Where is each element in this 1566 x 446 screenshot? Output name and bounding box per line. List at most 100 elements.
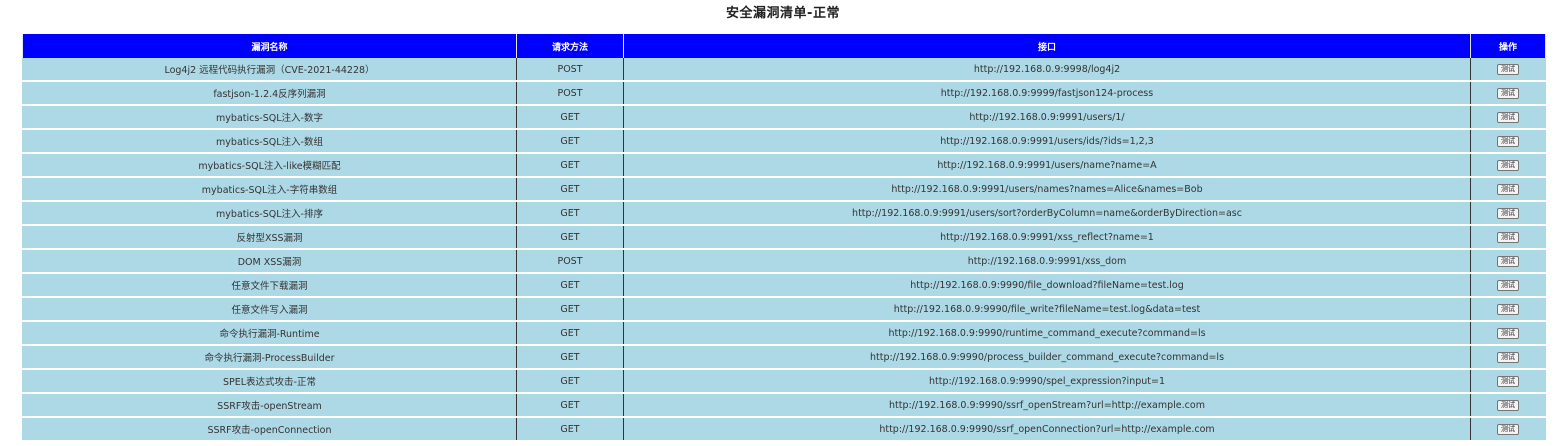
page: 安全漏洞清单-正常 漏洞名称 请求方法 接口 操作 Log4j2 远程代码执行漏…: [0, 0, 1566, 446]
cell-action: 测试: [1470, 297, 1546, 322]
test-button[interactable]: 测试: [1497, 303, 1519, 315]
cell-endpoint: http://192.168.0.9:9999/fastjson124-proc…: [623, 81, 1471, 106]
vulnerability-table: 漏洞名称 请求方法 接口 操作 Log4j2 远程代码执行漏洞（CVE-2021…: [22, 34, 1546, 442]
cell-action: 测试: [1470, 273, 1546, 298]
cell-request-method: GET: [516, 201, 624, 226]
table-row: SSRF攻击-openStream GET http://192.168.0.9:9…: [22, 393, 1546, 418]
table-row: mybatics-SQL注入-like模糊匹配 GET http://192.168…: [22, 153, 1546, 178]
cell-vuln-name: fastjson-1.2.4反序列漏洞: [22, 81, 517, 106]
table-row: 命令执行漏洞-ProcessBuilder GET http://192.168.0…: [22, 345, 1546, 370]
cell-vuln-name: mybatics-SQL注入-数字: [22, 105, 517, 130]
cell-endpoint: http://192.168.0.9:9990/ssrf_openConnect…: [623, 417, 1471, 442]
cell-vuln-name: 命令执行漏洞-Runtime: [22, 321, 517, 346]
cell-request-method: POST: [516, 58, 624, 82]
cell-action: 测试: [1470, 153, 1546, 178]
cell-action: 测试: [1470, 417, 1546, 442]
test-button[interactable]: 测试: [1497, 63, 1519, 75]
cell-action: 测试: [1470, 369, 1546, 394]
cell-endpoint: http://192.168.0.9:9991/users/1/: [623, 105, 1471, 130]
test-button[interactable]: 测试: [1497, 135, 1519, 147]
cell-endpoint: http://192.168.0.9:9990/file_download?fi…: [623, 273, 1471, 298]
table-row: 反射型XSS漏洞 GET http://192.168.0.9:9991/xss_r…: [22, 225, 1546, 250]
table-header-row: 漏洞名称 请求方法 接口 操作: [22, 34, 1546, 58]
table-row: mybatics-SQL注入-字符串数组 GET http://192.168.0.…: [22, 177, 1546, 202]
cell-request-method: GET: [516, 153, 624, 178]
cell-endpoint: http://192.168.0.9:9991/users/names?name…: [623, 177, 1471, 202]
cell-vuln-name: 任意文件下载漏洞: [22, 273, 517, 298]
cell-request-method: GET: [516, 177, 624, 202]
cell-endpoint: http://192.168.0.9:9991/users/name?name=…: [623, 153, 1471, 178]
cell-request-method: GET: [516, 273, 624, 298]
cell-vuln-name: Log4j2 远程代码执行漏洞（CVE-2021-44228）: [22, 58, 517, 82]
column-header-name: 漏洞名称: [22, 34, 517, 58]
cell-endpoint: http://192.168.0.9:9991/xss_dom: [623, 249, 1471, 274]
cell-vuln-name: 任意文件写入漏洞: [22, 297, 517, 322]
table-row: DOM XSS漏洞 POST http://192.168.0.9:9991/xss…: [22, 249, 1546, 274]
page-title: 安全漏洞清单-正常: [726, 6, 840, 21]
cell-action: 测试: [1470, 321, 1546, 346]
table-row: mybatics-SQL注入-数组 GET http://192.168.0.9:9…: [22, 129, 1546, 154]
test-button[interactable]: 测试: [1497, 375, 1519, 387]
table-body: Log4j2 远程代码执行漏洞（CVE-2021-44228） POST http:…: [22, 58, 1546, 442]
test-button[interactable]: 测试: [1497, 399, 1519, 411]
cell-vuln-name: 命令执行漏洞-ProcessBuilder: [22, 345, 517, 370]
table-row: mybatics-SQL注入-排序 GET http://192.168.0.9:9…: [22, 201, 1546, 226]
cell-action: 测试: [1470, 225, 1546, 250]
test-button[interactable]: 测试: [1497, 207, 1519, 219]
column-header-action: 操作: [1470, 34, 1546, 58]
cell-endpoint: http://192.168.0.9:9991/users/ids/?ids=1…: [623, 129, 1471, 154]
cell-request-method: GET: [516, 129, 624, 154]
cell-action: 测试: [1470, 249, 1546, 274]
test-button[interactable]: 测试: [1497, 87, 1519, 99]
test-button[interactable]: 测试: [1497, 423, 1519, 435]
table-row: SPEL表达式攻击-正常 GET http://192.168.0.9:9990/s…: [22, 369, 1546, 394]
cell-endpoint: http://192.168.0.9:9990/file_write?fileN…: [623, 297, 1471, 322]
cell-vuln-name: DOM XSS漏洞: [22, 249, 517, 274]
table-row: 任意文件下载漏洞 GET http://192.168.0.9:9990/file_…: [22, 273, 1546, 298]
cell-request-method: GET: [516, 393, 624, 418]
cell-vuln-name: SPEL表达式攻击-正常: [22, 369, 517, 394]
test-button[interactable]: 测试: [1497, 327, 1519, 339]
test-button[interactable]: 测试: [1497, 159, 1519, 171]
cell-request-method: GET: [516, 345, 624, 370]
cell-vuln-name: mybatics-SQL注入-like模糊匹配: [22, 153, 517, 178]
cell-request-method: GET: [516, 225, 624, 250]
test-button[interactable]: 测试: [1497, 255, 1519, 267]
cell-vuln-name: mybatics-SQL注入-字符串数组: [22, 177, 517, 202]
cell-action: 测试: [1470, 58, 1546, 82]
cell-endpoint: http://192.168.0.9:9991/xss_reflect?name…: [623, 225, 1471, 250]
test-button[interactable]: 测试: [1497, 231, 1519, 243]
cell-action: 测试: [1470, 345, 1546, 370]
column-header-method: 请求方法: [516, 34, 624, 58]
cell-endpoint: http://192.168.0.9:9991/users/sort?order…: [623, 201, 1471, 226]
cell-action: 测试: [1470, 393, 1546, 418]
cell-endpoint: http://192.168.0.9:9998/log4j2: [623, 58, 1471, 82]
cell-action: 测试: [1470, 81, 1546, 106]
cell-request-method: GET: [516, 417, 624, 442]
cell-request-method: POST: [516, 249, 624, 274]
cell-vuln-name: SSRF攻击-openConnection: [22, 417, 517, 442]
cell-request-method: GET: [516, 297, 624, 322]
test-button[interactable]: 测试: [1497, 183, 1519, 195]
cell-request-method: GET: [516, 369, 624, 394]
cell-endpoint: http://192.168.0.9:9990/runtime_command_…: [623, 321, 1471, 346]
cell-action: 测试: [1470, 129, 1546, 154]
cell-endpoint: http://192.168.0.9:9990/spel_expression?…: [623, 369, 1471, 394]
cell-request-method: GET: [516, 105, 624, 130]
column-header-endpoint: 接口: [623, 34, 1471, 58]
table-row: Log4j2 远程代码执行漏洞（CVE-2021-44228） POST http:…: [22, 58, 1546, 82]
test-button[interactable]: 测试: [1497, 351, 1519, 363]
cell-action: 测试: [1470, 201, 1546, 226]
test-button[interactable]: 测试: [1497, 279, 1519, 291]
cell-endpoint: http://192.168.0.9:9990/ssrf_openStream?…: [623, 393, 1471, 418]
cell-vuln-name: SSRF攻击-openStream: [22, 393, 517, 418]
table-row: 任意文件写入漏洞 GET http://192.168.0.9:9990/file_…: [22, 297, 1546, 322]
cell-vuln-name: mybatics-SQL注入-排序: [22, 201, 517, 226]
test-button[interactable]: 测试: [1497, 111, 1519, 123]
cell-action: 测试: [1470, 105, 1546, 130]
table-row: mybatics-SQL注入-数字 GET http://192.168.0.9:9…: [22, 105, 1546, 130]
table-row: SSRF攻击-openConnection GET http://192.168.0…: [22, 417, 1546, 442]
cell-vuln-name: 反射型XSS漏洞: [22, 225, 517, 250]
cell-request-method: POST: [516, 81, 624, 106]
cell-action: 测试: [1470, 177, 1546, 202]
